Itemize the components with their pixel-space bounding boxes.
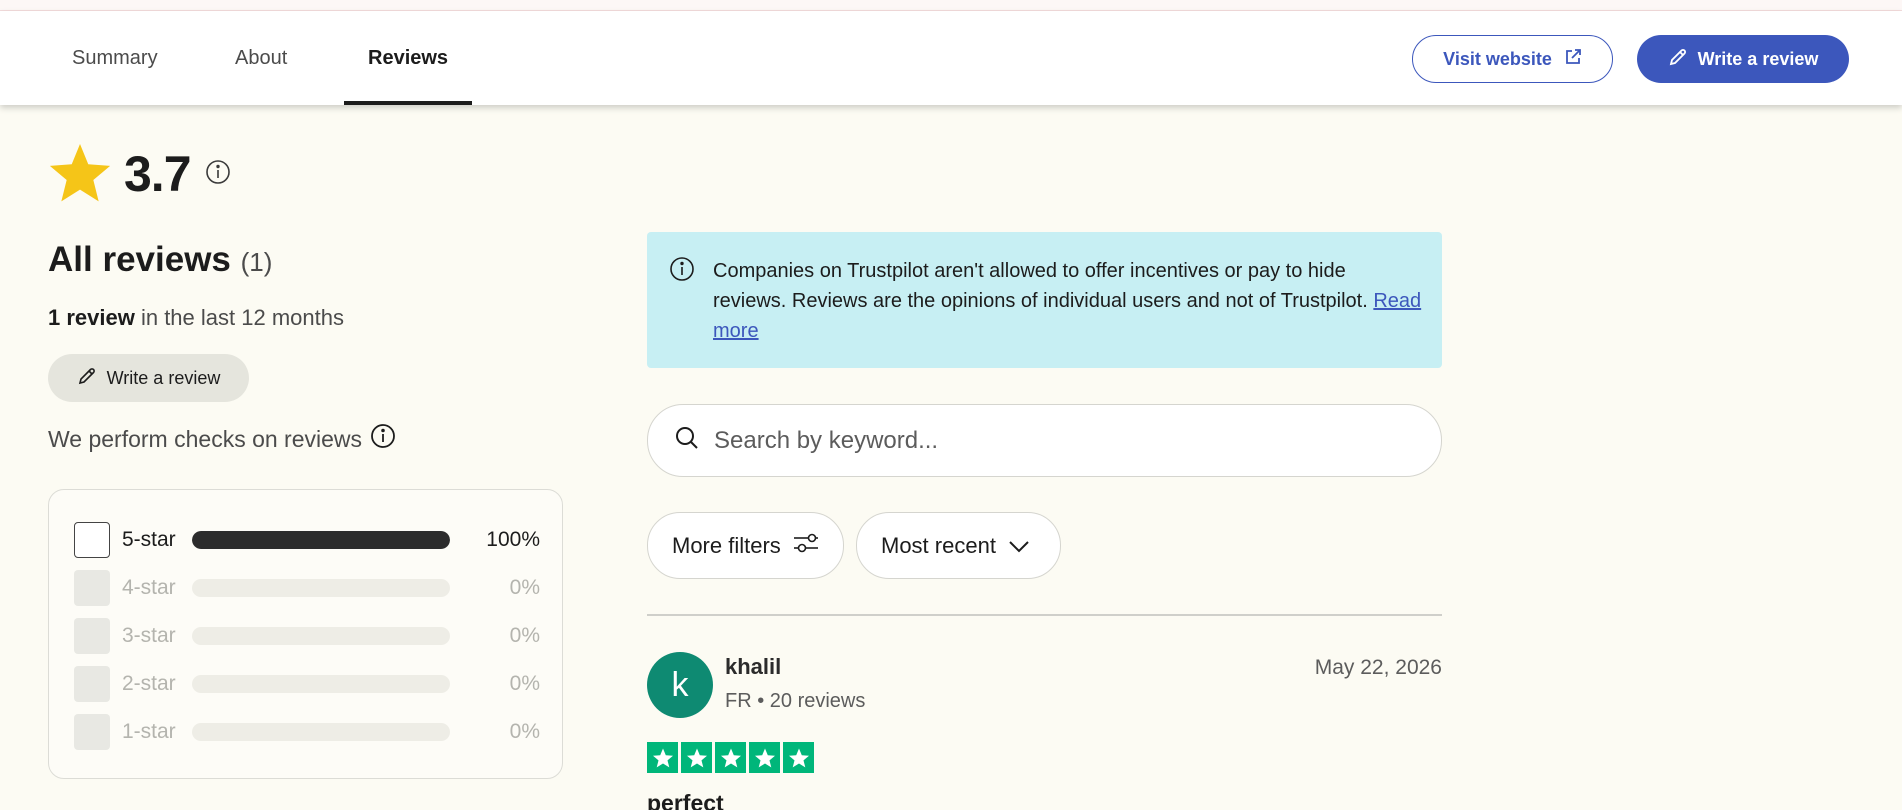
more-filters-label: More filters [672, 532, 781, 558]
rating-bar [192, 579, 450, 597]
sort-dropdown[interactable]: Most recent [856, 512, 1061, 579]
review-title[interactable]: perfect [647, 790, 724, 810]
page-header: Summary About Reviews Visit website Writ… [0, 11, 1902, 105]
rating-star-icon [749, 742, 780, 773]
rating-bar [192, 531, 450, 549]
rating-row-5[interactable]: 5-star 100% [74, 522, 540, 558]
tab-summary[interactable]: Summary [72, 11, 158, 105]
reviewer-meta: FR • 20 reviews [725, 690, 866, 712]
all-reviews-heading: All reviews (1) [48, 240, 272, 280]
all-reviews-count: (1) [240, 247, 273, 277]
review-date: May 22, 2026 [1314, 656, 1442, 679]
tab-about[interactable]: About [235, 11, 287, 105]
write-review-label: Write a review [106, 367, 221, 388]
write-review-button[interactable]: Write a review [48, 354, 249, 402]
rating-percent: 0% [509, 672, 540, 695]
rating-bar [192, 627, 450, 645]
pencil-icon [77, 366, 97, 391]
info-icon[interactable] [370, 423, 396, 455]
more-filters-button[interactable]: More filters [647, 512, 844, 579]
rating-percent: 0% [509, 576, 540, 599]
visit-website-label: Visit website [1443, 48, 1552, 69]
review-checks-note: We perform checks on reviews [48, 423, 396, 455]
rating-star-icon [681, 742, 712, 773]
recent-reviews-text: 1 review in the last 12 months [48, 305, 344, 331]
review-checks-text: We perform checks on reviews [48, 425, 363, 452]
rating-checkbox[interactable] [74, 570, 110, 606]
review-card: k khalil FR • 20 reviews May 22, 2026 pe… [647, 650, 1442, 810]
rating-label: 5-star [122, 528, 176, 551]
rating-distribution: 5-star 100% 4-star 0% 3-star 0% 2-star 0… [48, 489, 563, 779]
star-icon [48, 140, 112, 209]
rating-value: 3.7 [124, 146, 192, 202]
rating-row-2[interactable]: 2-star 0% [74, 666, 540, 702]
rating-bar [192, 675, 450, 693]
rating-row-1[interactable]: 1-star 0% [74, 714, 540, 750]
rating-checkbox[interactable] [74, 522, 110, 558]
rating-star-icon [715, 742, 746, 773]
search-input[interactable] [714, 426, 1394, 455]
notice-text: Companies on Trustpilot aren't allowed t… [713, 256, 1423, 346]
all-reviews-title: All reviews [48, 240, 231, 279]
sort-label: Most recent [881, 532, 996, 558]
search-bar[interactable] [647, 404, 1442, 477]
info-icon [669, 256, 695, 287]
review-stars [647, 742, 814, 773]
chevron-down-icon [1008, 533, 1030, 559]
rating-label: 4-star [122, 576, 176, 599]
pencil-icon [1668, 47, 1688, 72]
rating-label: 1-star [122, 720, 176, 743]
notice-body: Companies on Trustpilot aren't allowed t… [713, 260, 1374, 312]
trust-notice: Companies on Trustpilot aren't allowed t… [647, 232, 1442, 368]
rating-checkbox[interactable] [74, 666, 110, 702]
rating-row-4[interactable]: 4-star 0% [74, 570, 540, 606]
rating-label: 3-star [122, 624, 176, 647]
rating-bar-fill [192, 531, 450, 549]
tab-reviews[interactable]: Reviews [343, 11, 473, 105]
search-icon [674, 425, 700, 456]
rating-percent: 0% [509, 624, 540, 647]
reviewer-name[interactable]: khalil [725, 654, 781, 680]
section-divider [647, 614, 1442, 616]
avatar[interactable]: k [647, 652, 713, 718]
rating-checkbox[interactable] [74, 714, 110, 750]
recent-reviews-bold: 1 review [48, 305, 135, 330]
sliders-icon [793, 531, 819, 561]
info-icon[interactable] [205, 159, 231, 190]
rating-percent: 0% [509, 720, 540, 743]
rating-checkbox[interactable] [74, 618, 110, 654]
write-review-label: Write a review [1697, 48, 1819, 69]
rating-percent: 100% [486, 528, 540, 551]
write-review-header-button[interactable]: Write a review [1637, 35, 1849, 83]
rating-bar [192, 723, 450, 741]
rating-row-3[interactable]: 3-star 0% [74, 618, 540, 654]
external-link-icon [1564, 48, 1582, 71]
rating-label: 2-star [122, 672, 176, 695]
recent-reviews-rest: in the last 12 months [134, 305, 344, 330]
rating-star-icon [647, 742, 678, 773]
rating-summary: 3.7 [48, 142, 231, 206]
top-banner-strip [0, 0, 1902, 11]
visit-website-button[interactable]: Visit website [1412, 35, 1613, 83]
rating-star-icon [783, 742, 814, 773]
